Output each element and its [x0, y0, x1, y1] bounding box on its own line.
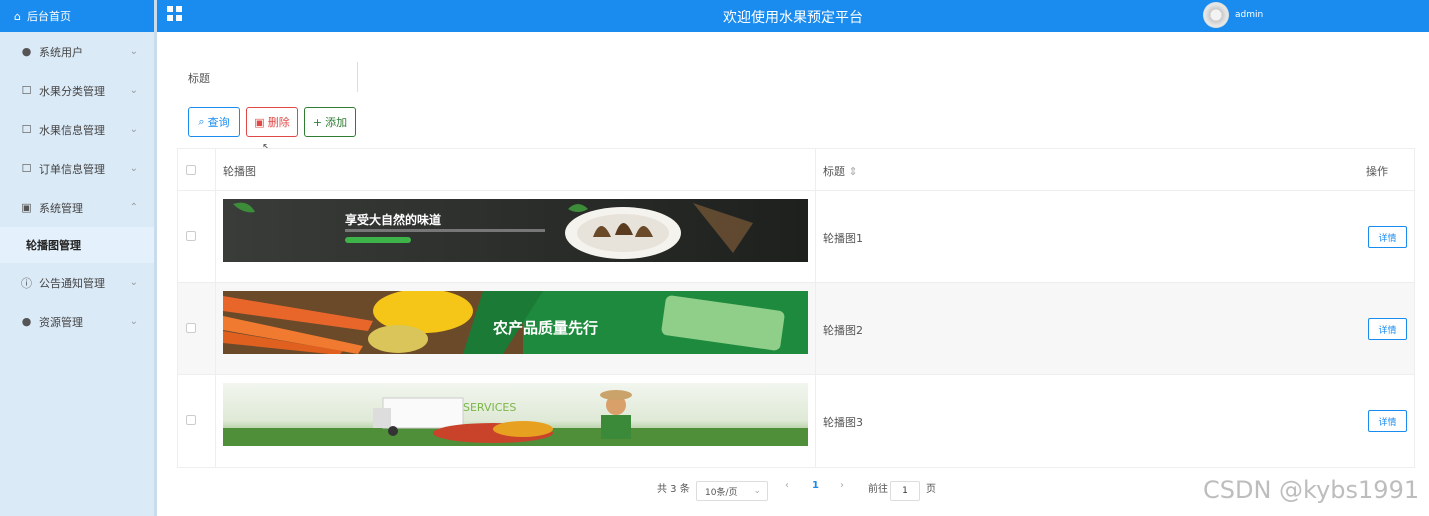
row-checkbox[interactable]: [186, 323, 196, 333]
sidebar-item-system[interactable]: ▣ 系统管理 ⌃: [0, 188, 154, 227]
plus-icon: +: [312, 115, 323, 129]
header-image: 轮播图: [223, 165, 256, 178]
header: 欢迎使用水果预定平台 admin: [157, 0, 1429, 32]
detail-button[interactable]: 详情: [1368, 226, 1407, 248]
home-icon: ⌂: [14, 9, 21, 23]
page-size-value: 10条/页: [705, 487, 738, 498]
chevron-down-icon: ⌄: [129, 163, 138, 174]
page-unit-label: 页: [926, 484, 936, 495]
sidebar-subitem-label: 轮播图管理: [26, 239, 81, 252]
row-title: 轮播图3: [823, 416, 863, 429]
sidebar-item-label: 资源管理: [39, 315, 83, 329]
header-action: 操作: [1366, 165, 1388, 178]
sidebar-item-label: 订单信息管理: [39, 162, 105, 176]
row-title: 轮播图1: [823, 232, 863, 245]
search-label: 标题: [188, 72, 210, 85]
page-size-select[interactable]: 10条/页 ⌄: [696, 481, 768, 501]
doc-icon: ☐: [21, 123, 32, 136]
detail-button[interactable]: 详情: [1368, 318, 1407, 340]
sidebar-item-notices[interactable]: ⓘ 公告通知管理 ⌄: [0, 263, 154, 302]
sidebar: ⌂ 后台首页 ● 系统用户 ⌄ ☐ 水果分类管理 ⌄ ☐ 水果信息管理 ⌄ ☐ …: [0, 0, 157, 516]
chevron-down-icon: ⌄: [129, 85, 138, 96]
delete-button[interactable]: ▣ 删除: [246, 107, 298, 137]
sidebar-home-label: 后台首页: [26, 10, 71, 23]
avatar[interactable]: [1203, 2, 1229, 28]
sidebar-item-label: 系统管理: [39, 201, 83, 215]
sidebar-subitem-carousel[interactable]: 轮播图管理: [0, 227, 154, 263]
pagination-total: 共 3 条: [657, 484, 690, 495]
select-all-checkbox[interactable]: [186, 165, 196, 175]
goto-label: 前往: [868, 484, 888, 495]
sidebar-home[interactable]: ⌂ 后台首页: [0, 0, 154, 32]
prev-page-icon[interactable]: ‹: [785, 480, 789, 491]
table-header: 轮播图 标题 ⇕ 操作: [178, 149, 1414, 191]
table-row: SERVICES 轮播图3 详情: [178, 375, 1414, 467]
header-title-label: 标题: [823, 165, 845, 178]
next-page-icon[interactable]: ›: [840, 480, 844, 491]
sidebar-item-resources[interactable]: ● 资源管理 ⌄: [0, 302, 154, 341]
data-table: 轮播图 标题 ⇕ 操作 享受大自然的味道 轮播图1 详情 农产品质量先行 轮播图…: [177, 148, 1415, 468]
query-label: 查询: [207, 116, 230, 129]
chevron-down-icon: ⌄: [129, 316, 138, 327]
sidebar-item-fruit-category[interactable]: ☐ 水果分类管理 ⌄: [0, 71, 154, 110]
watermark: CSDN @kybs1991: [1203, 476, 1420, 504]
doc-icon: ☐: [21, 162, 32, 175]
row-checkbox[interactable]: [186, 415, 196, 425]
chevron-down-icon: ⌄: [129, 46, 138, 57]
current-page[interactable]: 1: [812, 480, 819, 491]
user-icon: ●: [21, 45, 32, 58]
doc-icon: ☐: [21, 84, 32, 97]
row-checkbox[interactable]: [186, 231, 196, 241]
add-label: 添加: [325, 116, 348, 129]
trash-icon: ▣: [254, 115, 265, 129]
sort-icon[interactable]: ⇕: [849, 165, 858, 178]
chevron-down-icon: ⌄: [753, 486, 761, 496]
sidebar-item-label: 水果信息管理: [39, 123, 105, 137]
header-title[interactable]: 标题 ⇕: [823, 163, 858, 179]
row-title: 轮播图2: [823, 324, 863, 337]
search-icon: ⌕: [198, 115, 205, 128]
goto-page-input[interactable]: 1: [890, 481, 920, 501]
table-row: 享受大自然的味道 轮播图1 详情: [178, 191, 1414, 283]
query-button[interactable]: ⌕ 查询: [188, 107, 240, 137]
title-search-input[interactable]: [218, 62, 358, 92]
chevron-down-icon: ⌄: [129, 277, 138, 288]
sidebar-item-orders[interactable]: ☐ 订单信息管理 ⌄: [0, 149, 154, 188]
table-row: 农产品质量先行 轮播图2 详情: [178, 283, 1414, 375]
banner-image-2: 农产品质量先行: [223, 291, 808, 354]
banner-text-2: 农产品质量先行: [492, 319, 598, 337]
sidebar-item-users[interactable]: ● 系统用户 ⌄: [0, 32, 154, 71]
chevron-down-icon: ⌄: [129, 124, 138, 135]
image-icon: ▣: [21, 201, 32, 214]
username[interactable]: admin: [1235, 10, 1263, 20]
sidebar-item-label: 公告通知管理: [39, 276, 105, 290]
chevron-up-icon: ⌃: [129, 202, 138, 213]
banner-image-1: 享受大自然的味道: [223, 199, 808, 262]
banner-image-3: SERVICES: [223, 383, 808, 446]
info-icon: ⓘ: [21, 276, 32, 290]
banner-text-3: SERVICES: [463, 401, 516, 414]
add-button[interactable]: + 添加: [304, 107, 356, 137]
banner-text-1: 享受大自然的味道: [345, 212, 441, 227]
main-content: 标题 ⌕ 查询 ▣ 删除 + 添加 ↖ 轮播图 标题 ⇕ 操作 享受大自然的味道…: [160, 32, 1429, 516]
sidebar-item-label: 系统用户: [39, 45, 83, 59]
detail-button[interactable]: 详情: [1368, 410, 1407, 432]
sidebar-item-fruit-info[interactable]: ☐ 水果信息管理 ⌄: [0, 110, 154, 149]
location-icon: ●: [21, 315, 32, 328]
sidebar-item-label: 水果分类管理: [39, 84, 105, 98]
delete-label: 删除: [267, 116, 290, 129]
